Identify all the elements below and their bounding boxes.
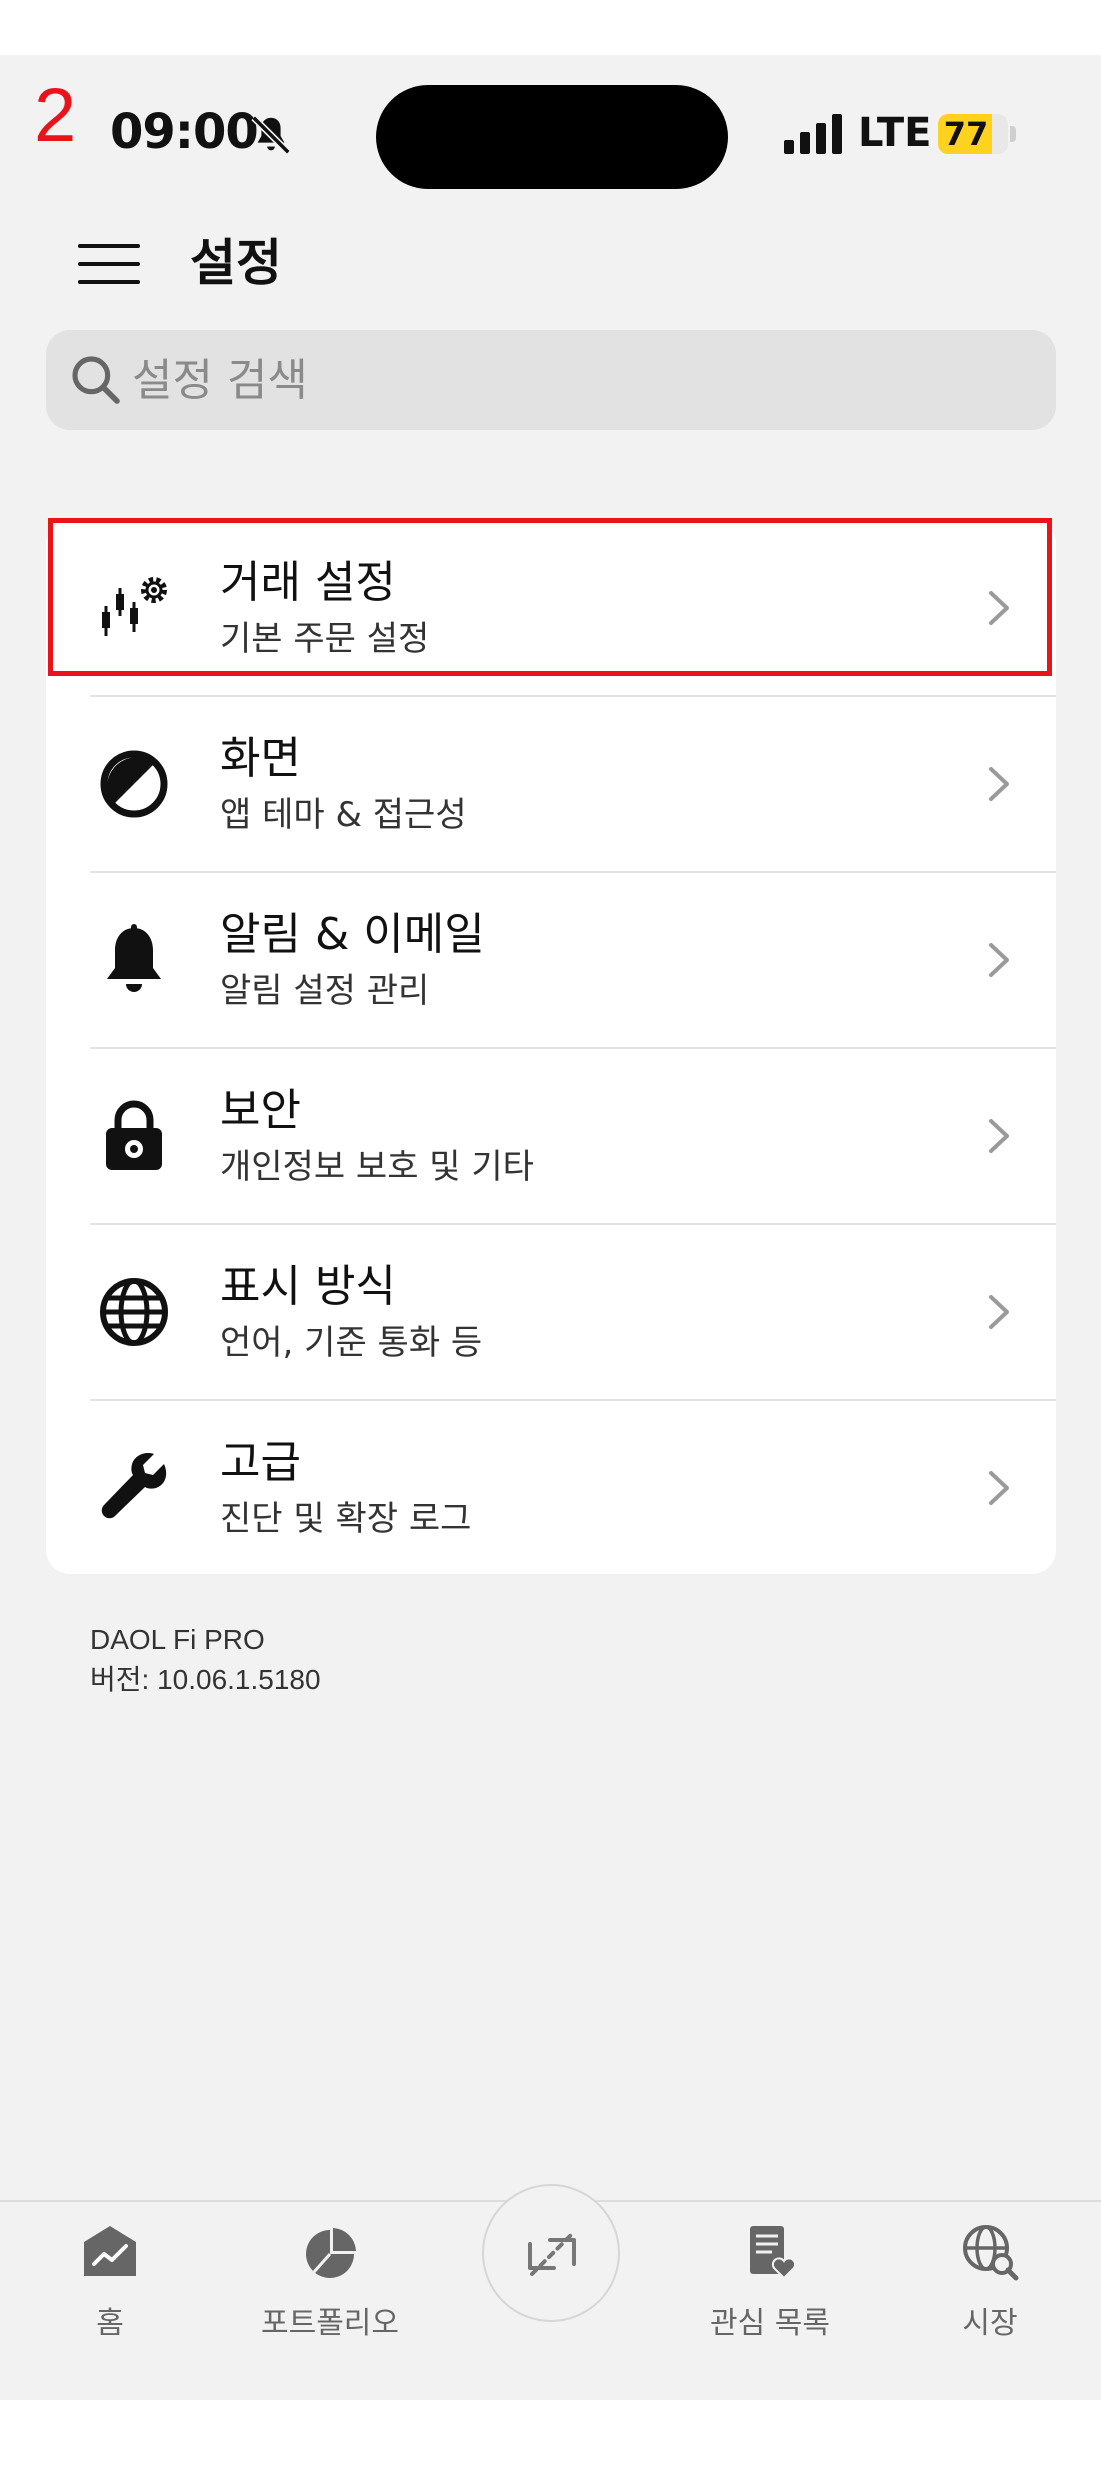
settings-item-display-format[interactable]: 표시 방식 언어, 기준 통화 등 [46, 1224, 1056, 1399]
settings-item-display[interactable]: 화면 앱 테마 & 접근성 [46, 696, 1056, 871]
bell-icon [107, 924, 161, 992]
settings-item-advanced[interactable]: 고급 진단 및 확장 로그 [46, 1400, 1056, 1575]
status-time: 09:00 [110, 104, 259, 160]
tab-watchlist[interactable]: 관심 목록 [670, 2222, 870, 2362]
signal-strength-icon [784, 114, 842, 154]
settings-item-title: 알림 & 이메일 [220, 909, 485, 960]
tab-label: 포트폴리오 [261, 2306, 399, 2341]
settings-item-title: 거래 설정 [220, 557, 396, 608]
settings-item-title: 고급 [220, 1437, 301, 1488]
lock-icon [106, 1100, 162, 1170]
bell-off-icon [251, 115, 291, 155]
chevron-right-icon [989, 591, 1009, 625]
chevron-right-icon [989, 1471, 1009, 1505]
settings-item-subtitle: 언어, 기준 통화 등 [220, 1323, 483, 1363]
settings-item-title: 보안 [220, 1085, 301, 1136]
settings-item-subtitle: 알림 설정 관리 [220, 971, 430, 1011]
contrast-icon [100, 750, 168, 818]
globe-icon [100, 1278, 168, 1346]
settings-item-subtitle: 개인정보 보호 및 기타 [220, 1147, 534, 1187]
search-icon [72, 356, 120, 404]
settings-item-subtitle: 기본 주문 설정 [220, 619, 430, 659]
tab-label: 관심 목록 [710, 2306, 830, 2341]
settings-item-notifications[interactable]: 알림 & 이메일 알림 설정 관리 [46, 872, 1056, 1047]
settings-item-title: 표시 방식 [220, 1261, 396, 1312]
tab-home[interactable]: 홈 [10, 2222, 210, 2362]
globe-search-icon [963, 2225, 1019, 2281]
page-number-annotation: 2 [34, 73, 77, 158]
hamburger-menu-icon[interactable] [78, 240, 142, 288]
battery-tip [1010, 126, 1016, 142]
settings-search-bar[interactable] [46, 330, 1056, 430]
settings-item-subtitle: 진단 및 확장 로그 [220, 1499, 472, 1539]
tab-portfolio[interactable]: 포트폴리오 [230, 2222, 430, 2362]
wrench-icon [101, 1453, 167, 1519]
carrier-label: LTE [858, 110, 932, 156]
app-name: DAOL Fi PRO [90, 1624, 265, 1655]
trade-arrows-icon [528, 2232, 576, 2276]
chevron-right-icon [989, 1119, 1009, 1153]
settings-list: 거래 설정 기본 주문 설정 화면 앱 테마 & 접근성 알림 & 이메일 알림… [46, 520, 1056, 1574]
search-input[interactable] [132, 330, 1032, 430]
settings-item-security[interactable]: 보안 개인정보 보호 및 기타 [46, 1048, 1056, 1223]
tab-label: 홈 [96, 2306, 124, 2341]
watchlist-heart-icon [750, 2226, 797, 2280]
tab-label: 시장 [962, 2306, 1018, 2341]
app-version: 버전: 10.06.1.5180 [90, 1664, 321, 1695]
trading-settings-icon [102, 577, 167, 636]
settings-item-title: 화면 [220, 733, 301, 784]
settings-item-trading[interactable]: 거래 설정 기본 주문 설정 [46, 520, 1056, 695]
battery-icon: 77 [938, 114, 1008, 154]
chevron-right-icon [989, 943, 1009, 977]
chevron-right-icon [989, 1295, 1009, 1329]
trade-center-button[interactable] [482, 2184, 620, 2322]
tab-market[interactable]: 시장 [890, 2222, 1090, 2362]
battery-level: 77 [943, 115, 989, 153]
home-chart-icon [84, 2226, 136, 2276]
chevron-right-icon [989, 767, 1009, 801]
dynamic-island [376, 85, 728, 189]
pie-chart-icon [306, 2228, 356, 2278]
page-title: 설정 [190, 234, 282, 292]
settings-item-subtitle: 앱 테마 & 접근성 [220, 795, 467, 835]
